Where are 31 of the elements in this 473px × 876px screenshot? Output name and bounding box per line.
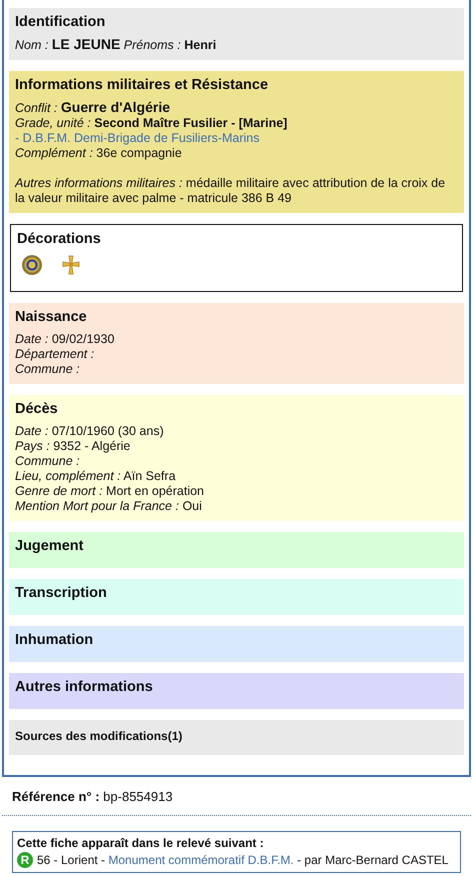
field-line: Conflit : Guerre d'Algérie — [15, 100, 172, 116]
field-line: Département : — [15, 347, 96, 362]
field-line: Commune : — [15, 362, 81, 377]
field-line: Pays : 9352 - Algérie — [15, 439, 132, 454]
field-line: Lieu, complément : Aïn Sefra — [15, 469, 177, 484]
listing-link[interactable]: Monument commémoratif D.B.F.M. — [108, 852, 294, 866]
listing-entry: 56 - Lorient - Monument commémoratif D.B.F.M. - par Marc-Bernard CASTEL — [37, 852, 448, 868]
medal-icon — [21, 254, 43, 278]
section-title: Décorations — [17, 230, 102, 248]
listing-title: Cette fiche apparaît dans le relevé suivant : — [17, 834, 265, 852]
field-line: Date : 09/02/1930 — [15, 332, 116, 347]
field-line: Mention Mort pour la France : Oui — [15, 499, 203, 514]
section-title: Naissance — [15, 308, 88, 326]
section-title: Décès — [15, 400, 59, 418]
field-line: Commune : — [15, 454, 81, 469]
unit-link[interactable]: - D.B.F.M. Demi-Brigade de Fusiliers-Marins — [15, 131, 260, 145]
section-title: Sources des modifications(1) — [15, 728, 184, 745]
listing-badge-icon: R — [17, 852, 33, 868]
field-line: Nom : LE JEUNE Prénoms : Henri — [15, 37, 218, 53]
field-line: Complément : 36e compagnie — [15, 146, 183, 161]
section-title: Jugement — [15, 537, 84, 555]
field-line: Date : 07/10/1960 (30 ans) — [15, 424, 165, 439]
field-line: Grade, unité : Second Maître Fusilier - [Marine] - D.B.F.M. Demi-Brigade de Fusiliers-Marins — [15, 116, 288, 146]
section-title: Autres informations — [15, 678, 154, 696]
section-title: Transcription — [15, 584, 108, 602]
field-line: Genre de mort : Mort en opération — [15, 484, 206, 499]
section-title: Informations militaires et Résistance — [15, 76, 270, 94]
field-line: Autres informations militaires : médaille militaire avec attribution de la croix de la valeur militaire avec palme - matricule 386 B 49 — [15, 176, 446, 206]
section-title: Inhumation — [15, 631, 94, 649]
reference-text: Référence n° : bp-8554913 — [12, 789, 173, 804]
section-title: Identification — [15, 13, 106, 31]
